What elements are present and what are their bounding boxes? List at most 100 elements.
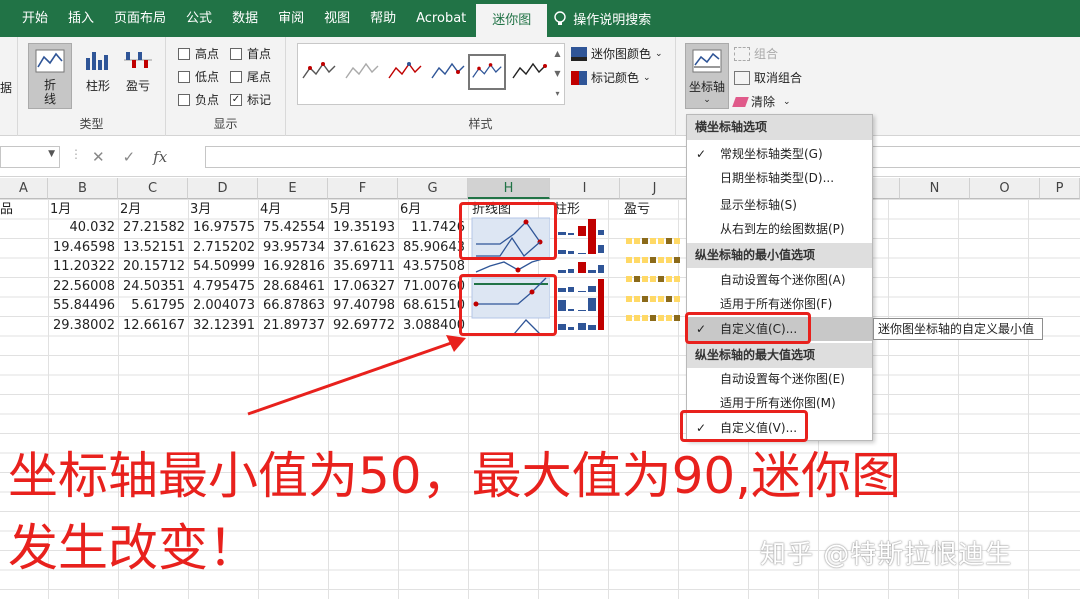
tab-formulas[interactable]: 公式: [176, 0, 222, 37]
data-cell[interactable]: 40.032: [48, 218, 118, 237]
tab-home[interactable]: 开始: [12, 0, 58, 37]
clear-button[interactable]: 清除 ⌄: [732, 93, 791, 110]
data-cell[interactable]: 20.15712: [118, 257, 188, 276]
data-cell[interactable]: 54.50999: [188, 257, 258, 276]
data-cell[interactable]: 37.61623: [328, 238, 398, 257]
tab-page-layout[interactable]: 页面布局: [104, 0, 176, 37]
col-header-F[interactable]: F: [328, 178, 398, 199]
style-thumb-2[interactable]: [343, 54, 381, 90]
data-cell[interactable]: 12.66167: [118, 316, 188, 335]
low-point-checkbox[interactable]: 低点: [178, 68, 219, 85]
data-cell[interactable]: 11.7426: [398, 218, 468, 237]
style-thumb-4[interactable]: [429, 54, 467, 90]
marker-color-button[interactable]: 标记颜色 ⌄: [571, 69, 651, 86]
data-cell[interactable]: 24.50351: [118, 277, 188, 296]
data-cell[interactable]: 16.97575: [188, 218, 258, 237]
last-point-checkbox[interactable]: 尾点: [230, 68, 271, 85]
data-cell[interactable]: 2.715202: [188, 238, 258, 257]
col-header-D[interactable]: D: [188, 178, 258, 199]
data-cell[interactable]: 85.90643: [398, 238, 468, 257]
style-thumb-6[interactable]: [510, 54, 548, 90]
tab-insert[interactable]: 插入: [58, 0, 104, 37]
high-point-checkbox[interactable]: 高点: [178, 45, 219, 62]
menu-item-min-auto[interactable]: 自动设置每个迷你图(A): [687, 268, 872, 292]
data-cell[interactable]: 2.004073: [188, 296, 258, 315]
data-cell[interactable]: 16.92816: [258, 257, 328, 276]
menu-item-max-auto[interactable]: 自动设置每个迷你图(E): [687, 367, 872, 391]
cancel-icon[interactable]: ✕: [92, 148, 105, 166]
col-header-J[interactable]: J: [620, 178, 690, 199]
data-cell[interactable]: 19.35193: [328, 218, 398, 237]
data-cell[interactable]: 19.46598: [48, 238, 118, 257]
edit-data-label[interactable]: 据: [0, 79, 12, 96]
first-point-checkbox[interactable]: 首点: [230, 45, 271, 62]
col-header-P[interactable]: P: [1040, 178, 1080, 199]
style-thumb-3[interactable]: [386, 54, 424, 90]
group-button[interactable]: 组合: [734, 45, 778, 62]
negative-point-checkbox[interactable]: 负点: [178, 91, 219, 108]
gallery-scroll[interactable]: ▲ ▼ ▾: [551, 43, 565, 105]
data-cell[interactable]: 97.40798: [328, 296, 398, 315]
data-cell[interactable]: 5.61795: [118, 296, 188, 315]
data-cell[interactable]: 17.06327: [328, 277, 398, 296]
data-cell[interactable]: 93.95734: [258, 238, 328, 257]
data-cell[interactable]: 55.84496: [48, 296, 118, 315]
data-cell[interactable]: 75.42554: [258, 218, 328, 237]
tab-acrobat[interactable]: Acrobat: [406, 0, 476, 37]
header-cell-column[interactable]: 柱形: [554, 200, 620, 219]
data-cell[interactable]: 27.21582: [118, 218, 188, 237]
insert-function-icon[interactable]: fx: [153, 148, 167, 166]
data-cell[interactable]: 11.20322: [48, 257, 118, 276]
col-header-G[interactable]: G: [398, 178, 468, 199]
col-header-H[interactable]: H: [468, 178, 550, 199]
markers-checkbox[interactable]: ✓ 标记: [230, 91, 271, 108]
menu-item-show-axis[interactable]: 显示坐标轴(S): [687, 193, 872, 217]
col-header-O[interactable]: O: [970, 178, 1040, 199]
tab-sparkline[interactable]: 迷你图: [476, 4, 548, 37]
line-type-button[interactable]: 折 线: [28, 43, 72, 109]
col-header-B[interactable]: B: [48, 178, 118, 199]
data-cell[interactable]: 29.38002: [48, 316, 118, 335]
col-header-E[interactable]: E: [258, 178, 328, 199]
data-cell[interactable]: 4.795475: [188, 277, 258, 296]
sparkline-style-gallery[interactable]: [297, 43, 563, 105]
header-cell-jan[interactable]: 1月: [50, 200, 118, 219]
header-cell-apr[interactable]: 4月: [260, 200, 328, 219]
menu-item-date-axis[interactable]: 日期坐标轴类型(D)...: [687, 166, 872, 190]
col-header-I[interactable]: I: [550, 178, 620, 199]
data-cell[interactable]: 22.56008: [48, 277, 118, 296]
data-cell[interactable]: 68.61510: [398, 296, 468, 315]
name-box[interactable]: ▼: [0, 146, 60, 168]
data-cell[interactable]: 43.57508: [398, 257, 468, 276]
header-cell-mar[interactable]: 3月: [190, 200, 258, 219]
enter-icon[interactable]: ✓: [123, 148, 136, 166]
tab-view[interactable]: 视图: [314, 0, 360, 37]
style-thumb-5-selected[interactable]: [468, 54, 506, 90]
ungroup-button[interactable]: 取消组合: [734, 69, 802, 86]
header-cell-product[interactable]: 品: [0, 200, 48, 219]
data-cell[interactable]: 28.68461: [258, 277, 328, 296]
data-cell[interactable]: 35.69711: [328, 257, 398, 276]
data-cell[interactable]: 71.00760: [398, 277, 468, 296]
col-header-A[interactable]: A: [0, 178, 48, 199]
header-cell-may[interactable]: 5月: [330, 200, 398, 219]
winloss-type-button[interactable]: 盈亏: [116, 43, 160, 109]
col-header-C[interactable]: C: [118, 178, 188, 199]
header-cell-feb[interactable]: 2月: [120, 200, 188, 219]
header-cell-jun[interactable]: 6月: [400, 200, 468, 219]
data-cell[interactable]: 13.52151: [118, 238, 188, 257]
tab-help[interactable]: 帮助: [360, 0, 406, 37]
tab-review[interactable]: 审阅: [268, 0, 314, 37]
menu-item-right-to-left[interactable]: 从右到左的绘图数据(P): [687, 217, 872, 241]
header-cell-winloss[interactable]: 盈亏: [624, 200, 686, 219]
tell-me-search[interactable]: 操作说明搜索: [553, 9, 651, 28]
column-type-button[interactable]: 柱形: [76, 43, 120, 109]
tab-data[interactable]: 数据: [222, 0, 268, 37]
formula-input[interactable]: [205, 146, 1080, 168]
style-thumb-1[interactable]: [300, 54, 338, 90]
data-cell[interactable]: 66.87863: [258, 296, 328, 315]
menu-item-general-axis[interactable]: ✓ 常规坐标轴类型(G): [687, 142, 872, 166]
sparkline-color-button[interactable]: 迷你图颜色 ⌄: [571, 45, 663, 62]
col-header-N[interactable]: N: [900, 178, 970, 199]
axis-button[interactable]: 坐标轴 ⌄: [685, 43, 729, 109]
